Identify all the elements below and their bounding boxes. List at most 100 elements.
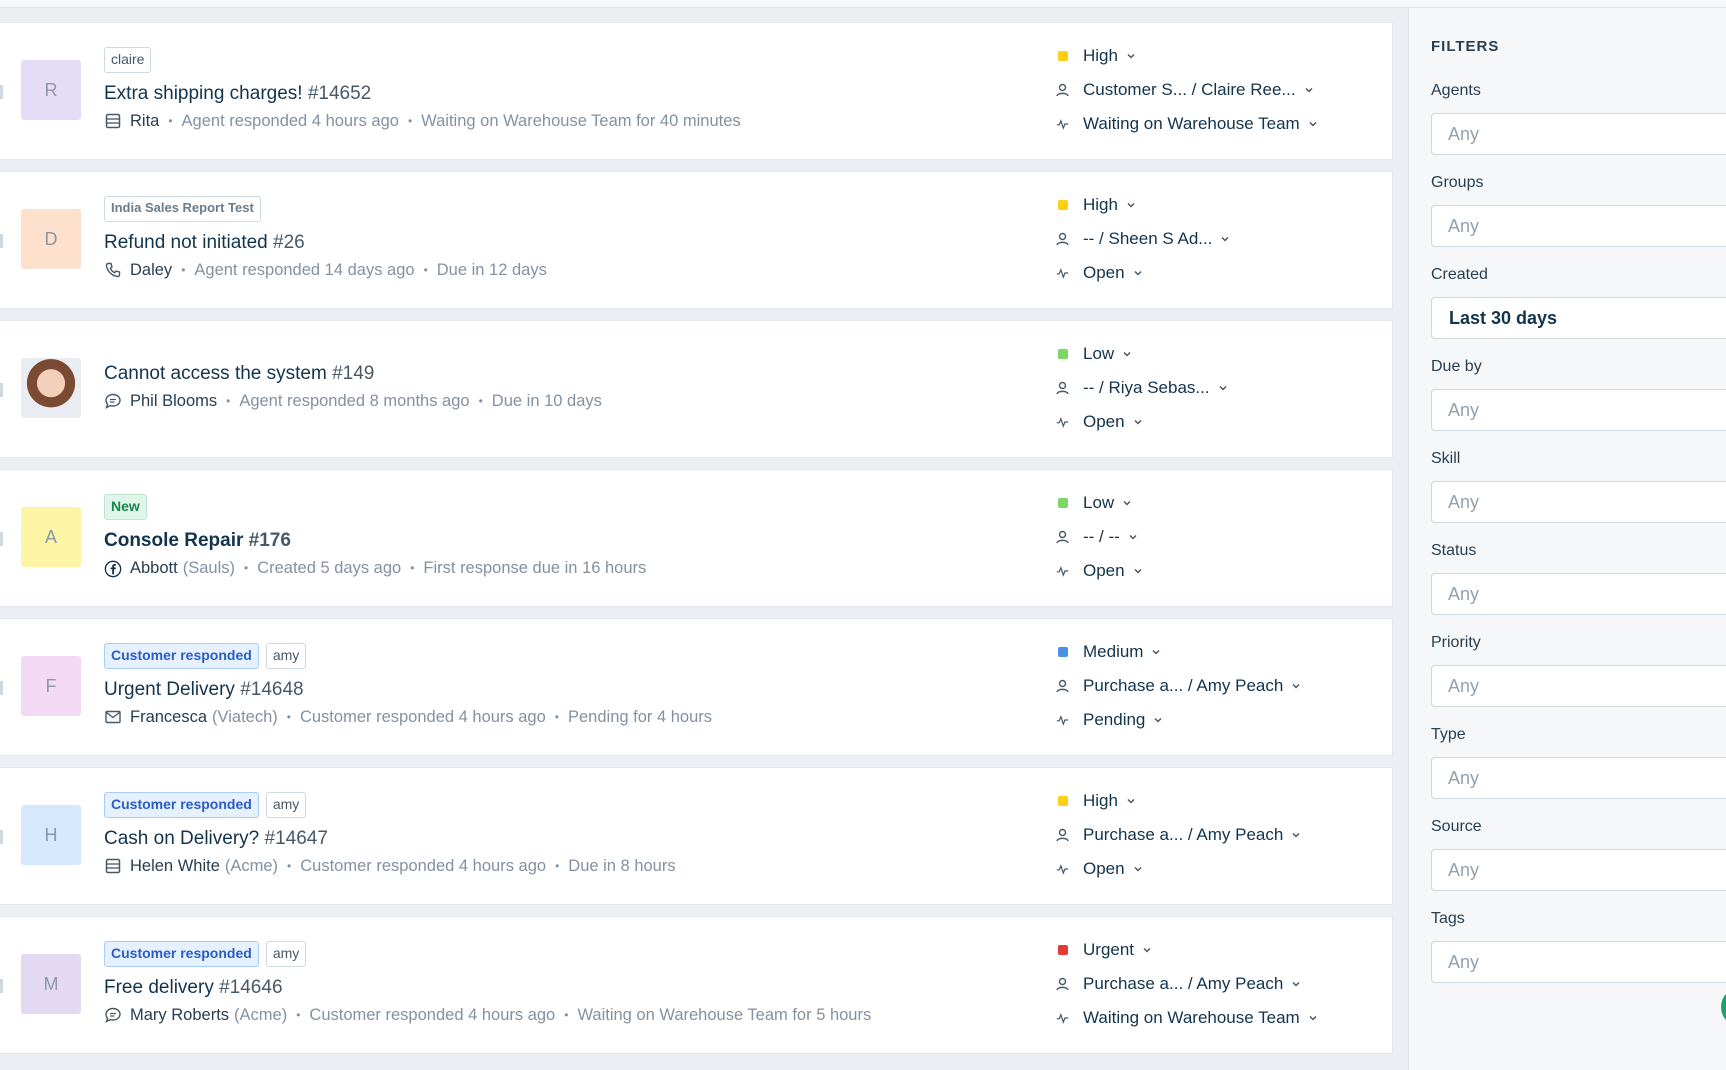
ticket-tags: claire: [104, 47, 1012, 73]
filter-select[interactable]: Any: [1431, 849, 1726, 891]
filter-select[interactable]: Any: [1431, 113, 1726, 155]
ticket-title[interactable]: Extra shipping charges! #14652: [104, 81, 1012, 107]
status-dropdown[interactable]: Pending: [1056, 703, 1386, 737]
ticket-due: Pending for 4 hours: [568, 708, 713, 726]
ticket-number: #14652: [307, 83, 372, 104]
filter-select[interactable]: Last 30 days: [1431, 297, 1726, 339]
activity-icon: [1056, 118, 1069, 131]
assignee-dropdown[interactable]: -- / Riya Sebas...: [1056, 371, 1386, 405]
ticket-tags: Customer responded amy: [104, 643, 1012, 669]
priority-dropdown[interactable]: High: [1056, 39, 1386, 73]
priority-dropdown[interactable]: High: [1056, 188, 1386, 222]
ticket-title[interactable]: Console Repair #176: [104, 528, 1012, 554]
ticket-activity: Customer responded 4 hours ago: [300, 857, 547, 875]
ticket-title[interactable]: Cash on Delivery? #14647: [104, 826, 1012, 852]
separator-dot: •: [423, 263, 428, 277]
status-dropdown[interactable]: Open: [1056, 852, 1386, 886]
status-dropdown[interactable]: Waiting on Warehouse Team: [1056, 1001, 1386, 1035]
ticket-card[interactable]: D India Sales Report Test Refund not initi…: [0, 171, 1393, 309]
ticket-card[interactable]: H Customer responded amy Cash on Delivery? …: [0, 767, 1393, 905]
ticket-list: Rclaire Extra shipping charges! #14652 Rit…: [0, 22, 1393, 1065]
row-select-handle[interactable]: [0, 85, 3, 99]
ticket-meta: Mary Roberts (Acme) • Customer responded 4 …: [104, 1004, 1012, 1026]
ticket-tags: Customer responded amy: [104, 941, 1012, 967]
priority-dropdown[interactable]: High: [1056, 784, 1386, 818]
user-icon: [1056, 977, 1069, 991]
ticket-subject[interactable]: Urgent Delivery: [104, 679, 235, 700]
requester-name[interactable]: Daley: [130, 259, 172, 281]
ticket-subject[interactable]: Cannot access the system: [104, 363, 327, 384]
assignee-dropdown[interactable]: Purchase a... / Amy Peach: [1056, 669, 1386, 703]
assignee-dropdown[interactable]: Customer S... / Claire Ree...: [1056, 73, 1386, 107]
priority-dropdown[interactable]: Medium: [1056, 635, 1386, 669]
filter-select[interactable]: Any: [1431, 941, 1726, 983]
requester-name[interactable]: Phil Blooms: [130, 390, 217, 412]
requester-name[interactable]: Mary Roberts: [130, 1004, 229, 1026]
ticket-card[interactable]: Cannot access the system #149 Phil Blooms…: [0, 320, 1393, 458]
filter-select[interactable]: Any: [1431, 389, 1726, 431]
ticket-tags: Customer responded amy: [104, 792, 1012, 818]
ticket-number: #14647: [264, 828, 328, 849]
priority-marker: [1056, 944, 1069, 957]
ticket-subject[interactable]: Refund not initiated: [104, 232, 268, 253]
status-dropdown[interactable]: Open: [1056, 554, 1386, 588]
requester-name[interactable]: Francesca: [130, 706, 207, 728]
separator-dot: •: [555, 859, 560, 873]
assignee-dropdown[interactable]: Purchase a... / Amy Peach: [1056, 818, 1386, 852]
row-select-handle[interactable]: [0, 532, 3, 546]
ticket-tags: India Sales Report Test: [104, 196, 1012, 222]
row-select-handle[interactable]: [0, 234, 3, 248]
ticket-subject[interactable]: Console Repair: [104, 530, 243, 551]
priority-marker: [1056, 646, 1069, 659]
ticket-subject[interactable]: Extra shipping charges!: [104, 83, 303, 104]
priority-dropdown[interactable]: Low: [1056, 337, 1386, 371]
filter-select[interactable]: Any: [1431, 665, 1726, 707]
filter-select[interactable]: Any: [1431, 757, 1726, 799]
row-select-handle[interactable]: [0, 681, 3, 695]
ticket-subject[interactable]: Cash on Delivery?: [104, 828, 259, 849]
requester-name[interactable]: Helen White: [130, 855, 220, 877]
row-select-handle[interactable]: [0, 979, 3, 993]
assignee-dropdown[interactable]: -- / --: [1056, 520, 1386, 554]
requester-name[interactable]: Abbott: [130, 557, 178, 579]
ticket-title[interactable]: Free delivery #14646: [104, 975, 1012, 1001]
status-dropdown[interactable]: Open: [1056, 405, 1386, 439]
filter-select[interactable]: Any: [1431, 481, 1726, 523]
filter-select[interactable]: Any: [1431, 205, 1726, 247]
filter-label: Priority: [1431, 634, 1481, 651]
priority-value: Medium: [1083, 642, 1144, 661]
chevron-down-icon: [1133, 566, 1143, 576]
assignee-dropdown[interactable]: Purchase a... / Amy Peach: [1056, 967, 1386, 1001]
ticket-due: First response due in 16 hours: [423, 559, 647, 577]
ticket-tag: New: [104, 494, 147, 520]
separator-dot: •: [478, 394, 483, 408]
ticket-card[interactable]: M Customer responded amy Free delivery #146…: [0, 916, 1393, 1054]
filter-select[interactable]: Any: [1431, 573, 1726, 615]
priority-value: Low: [1083, 344, 1115, 363]
ticket-title[interactable]: Refund not initiated #26: [104, 230, 1012, 256]
filter-value: Any: [1448, 859, 1480, 880]
chevron-down-icon: [1126, 51, 1136, 61]
filter-value: Last 30 days: [1449, 307, 1558, 328]
chevron-down-icon: [1153, 715, 1163, 725]
ticket-number: #14646: [219, 977, 283, 998]
priority-dropdown[interactable]: Urgent: [1056, 933, 1386, 967]
ticket-card[interactable]: A New Console Repair #176 Abbott (Sauls) • Cre…: [0, 469, 1393, 607]
filter-label: Groups: [1431, 174, 1484, 191]
ticket-card[interactable]: Rclaire Extra shipping charges! #14652 Rit…: [0, 22, 1393, 160]
assignee-dropdown[interactable]: -- / Sheen S Ad...: [1056, 222, 1386, 256]
user-icon: [1056, 828, 1069, 842]
ticket-meta: Daley • Agent responded 14 days ago • Due in…: [104, 259, 1012, 281]
requester-name[interactable]: Rita: [130, 110, 159, 132]
user-icon: [1056, 83, 1069, 97]
ticket-subject[interactable]: Free delivery: [104, 977, 214, 998]
status-dropdown[interactable]: Waiting on Warehouse Team: [1056, 107, 1386, 141]
ticket-title[interactable]: Urgent Delivery #14648: [104, 677, 1012, 703]
user-icon: [1056, 232, 1069, 246]
priority-dropdown[interactable]: Low: [1056, 486, 1386, 520]
row-select-handle[interactable]: [0, 830, 3, 844]
ticket-title[interactable]: Cannot access the system #149: [104, 361, 1012, 387]
ticket-card[interactable]: F Customer responded amy Urgent Delivery #1…: [0, 618, 1393, 756]
status-dropdown[interactable]: Open: [1056, 256, 1386, 290]
row-select-handle[interactable]: [0, 383, 3, 397]
